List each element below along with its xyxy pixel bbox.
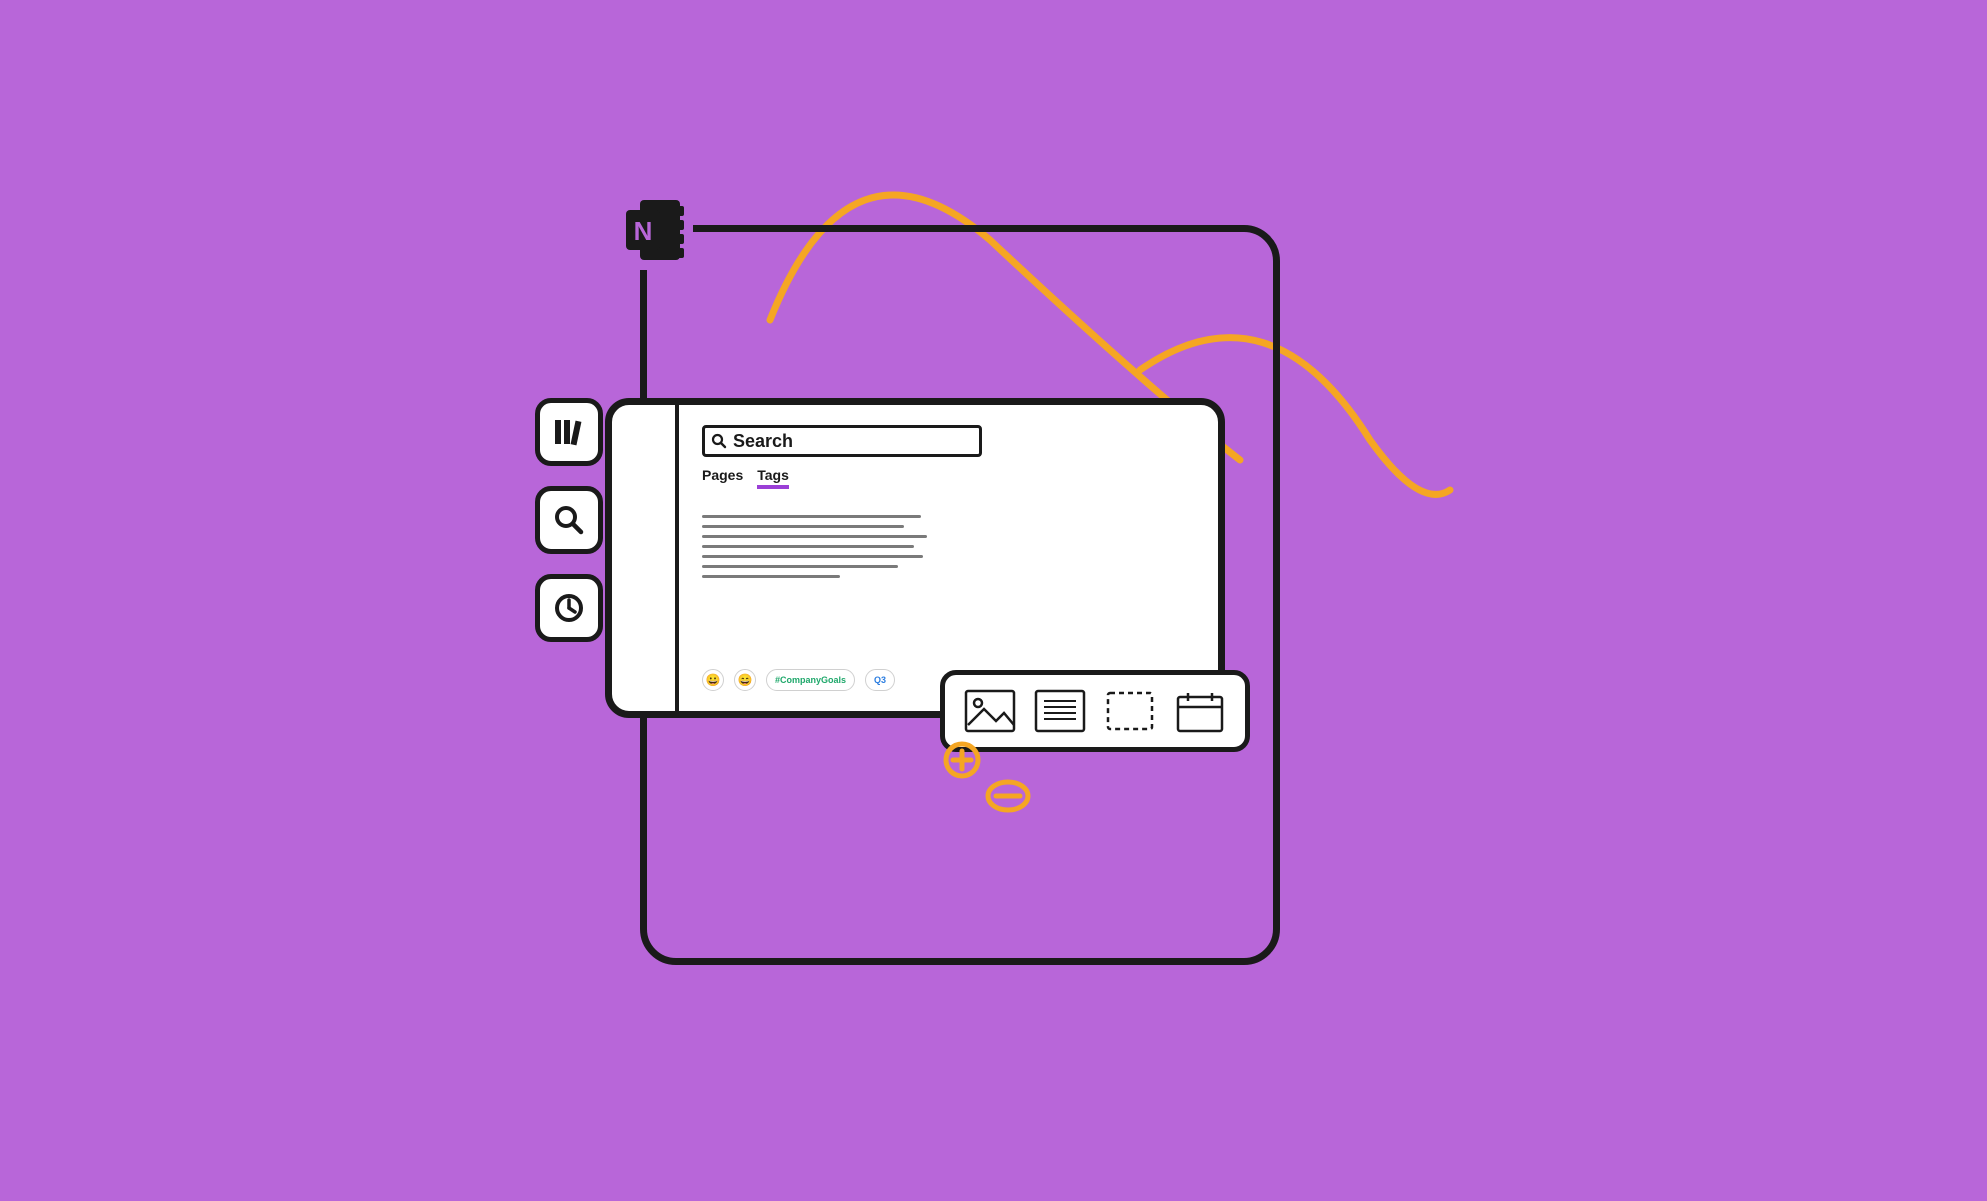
svg-text:N: N [633, 216, 652, 246]
tag-chips-row: 😀 😄 #CompanyGoals Q3 [702, 669, 895, 691]
insert-text-button[interactable] [1031, 686, 1089, 736]
library-icon [551, 414, 587, 450]
insert-placeholder-button[interactable] [1101, 686, 1159, 736]
window-content: Search Pages Tags [702, 425, 1198, 585]
search-icon [711, 433, 727, 449]
onenote-logo: N [618, 190, 693, 270]
search-button[interactable] [535, 486, 603, 554]
window-sidebar-divider [675, 405, 679, 711]
tab-tags[interactable]: Tags [757, 467, 789, 489]
text-block-icon [1034, 689, 1086, 733]
tag-chip-companygoals[interactable]: #CompanyGoals [766, 669, 855, 691]
emoji-chip-1[interactable]: 😀 [702, 669, 724, 691]
side-icon-column [535, 398, 603, 642]
emoji-chip-2[interactable]: 😄 [734, 669, 756, 691]
recent-button[interactable] [535, 574, 603, 642]
image-icon [964, 689, 1016, 733]
insert-image-button[interactable] [961, 686, 1019, 736]
tag-chip-q3[interactable]: Q3 [865, 669, 895, 691]
calendar-icon [1174, 689, 1226, 733]
insert-calendar-button[interactable] [1171, 686, 1229, 736]
search-icon [552, 503, 586, 537]
clock-icon [552, 591, 586, 625]
illustration-stage: N Search Pages Tags � [0, 0, 1987, 1201]
window-tabs: Pages Tags [702, 467, 1198, 489]
search-placeholder-label: Search [733, 431, 793, 452]
tab-pages[interactable]: Pages [702, 467, 743, 489]
search-input[interactable]: Search [702, 425, 982, 457]
library-button[interactable] [535, 398, 603, 466]
text-content-placeholder [702, 515, 932, 578]
insert-toolbar [940, 670, 1250, 752]
placeholder-icon [1104, 689, 1156, 733]
